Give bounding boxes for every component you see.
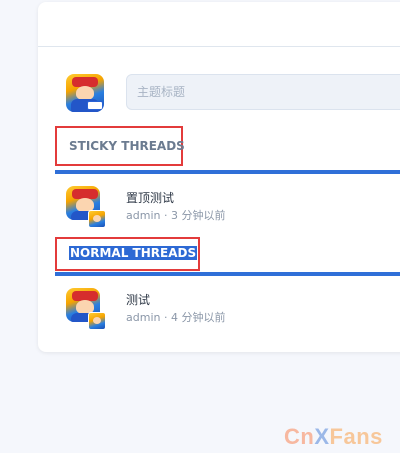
watermark-logo: CnXFans <box>284 424 383 449</box>
thread-title-input[interactable]: 主题标题 <box>126 74 400 110</box>
author-mini-avatar <box>88 312 106 330</box>
normal-divider <box>55 272 400 276</box>
discussion-card: 主题标题 STICKY THREADS 置顶测试 admin · 3 分钟以前 … <box>38 2 400 352</box>
author-mini-avatar <box>88 210 106 228</box>
sticky-divider <box>55 170 400 174</box>
meta-separator: · <box>163 311 168 324</box>
thread-meta: admin · 3 分钟以前 <box>126 207 225 223</box>
thread-time: 4 分钟以前 <box>170 311 226 324</box>
meta-separator: · <box>163 209 168 222</box>
normal-threads-heading: NORMAL THREADS <box>69 246 198 260</box>
thread-title[interactable]: 置顶测试 <box>126 189 174 206</box>
thread-title[interactable]: 测试 <box>126 291 150 308</box>
thread-time: 3 分钟以前 <box>170 209 226 222</box>
thread-meta: admin · 4 分钟以前 <box>126 309 225 325</box>
sticky-threads-heading: STICKY THREADS <box>69 139 185 153</box>
thread-author[interactable]: admin <box>126 311 160 324</box>
user-avatar[interactable] <box>66 74 104 112</box>
card-header <box>38 2 400 47</box>
thread-author[interactable]: admin <box>126 209 160 222</box>
